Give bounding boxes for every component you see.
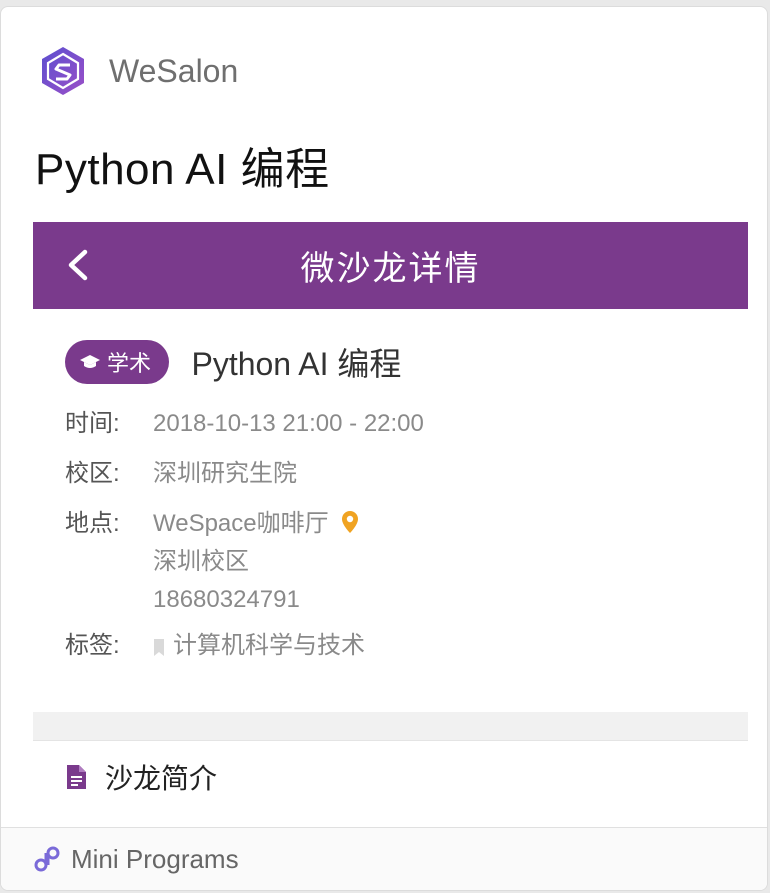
navbar: 微沙龙详情 [33, 222, 748, 309]
section-header: 沙龙简介 [65, 757, 217, 797]
location-lines: WeSpace咖啡厅 深圳校区 18680324791 [153, 505, 359, 619]
category-badge-label: 学术 [107, 351, 152, 376]
category-badge: 学术 [65, 340, 170, 384]
campus-label: 校区: [65, 460, 120, 487]
event-header: 学术 Python AI 编程 [65, 339, 401, 385]
document-icon [67, 765, 86, 789]
event-title: Python AI 编程 [191, 346, 402, 382]
mini-programs-icon [34, 846, 60, 872]
tags-row: 标签: 计算机科学与技术 [65, 627, 424, 665]
campus-value: 深圳研究生院 [153, 460, 297, 487]
chevron-left-icon[interactable] [59, 244, 101, 286]
time-label: 时间: [65, 410, 120, 437]
location-line: 深圳校区 [153, 548, 249, 575]
footer[interactable]: Mini Programs [1, 827, 767, 890]
time-value: 2018-10-13 21:00 - 22:00 [153, 410, 424, 437]
wesalon-logo-icon [42, 47, 84, 95]
time-row: 时间: 2018-10-13 21:00 - 22:00 [65, 405, 424, 443]
share-card[interactable]: WeSalon Python AI 编程 微沙龙详情 学术 Python AI … [0, 6, 768, 891]
graduation-cap-icon [80, 355, 100, 368]
campus-row: 校区: 深圳研究生院 [65, 455, 424, 493]
app-name: WeSalon [109, 52, 239, 89]
bookmark-icon [154, 639, 164, 656]
location-pin-icon[interactable] [341, 510, 359, 534]
app-header: WeSalon [37, 41, 238, 101]
location-line: WeSpace咖啡厅 [153, 505, 359, 543]
mini-programs-label: Mini Programs [71, 843, 239, 874]
location-line: 18680324791 [153, 586, 300, 613]
tags-label: 标签: [65, 632, 120, 659]
location-row[interactable]: 地点: WeSpace咖啡厅 深圳校区 18680324791 [65, 505, 424, 619]
navbar-title: 微沙龙详情 [300, 250, 481, 288]
location-label: 地点: [65, 510, 120, 537]
event-info: 时间: 2018-10-13 21:00 - 22:00 校区: 深圳研究生院 … [65, 405, 424, 677]
tag-item[interactable]: 计算机科学与技术 [153, 627, 365, 665]
page-title: Python AI 编程 [35, 145, 330, 194]
section-title: 沙龙简介 [105, 763, 218, 794]
section-divider [33, 712, 748, 741]
miniprogram-preview[interactable]: 微沙龙详情 学术 Python AI 编程 时间: 2018-10-13 21:… [33, 217, 748, 837]
